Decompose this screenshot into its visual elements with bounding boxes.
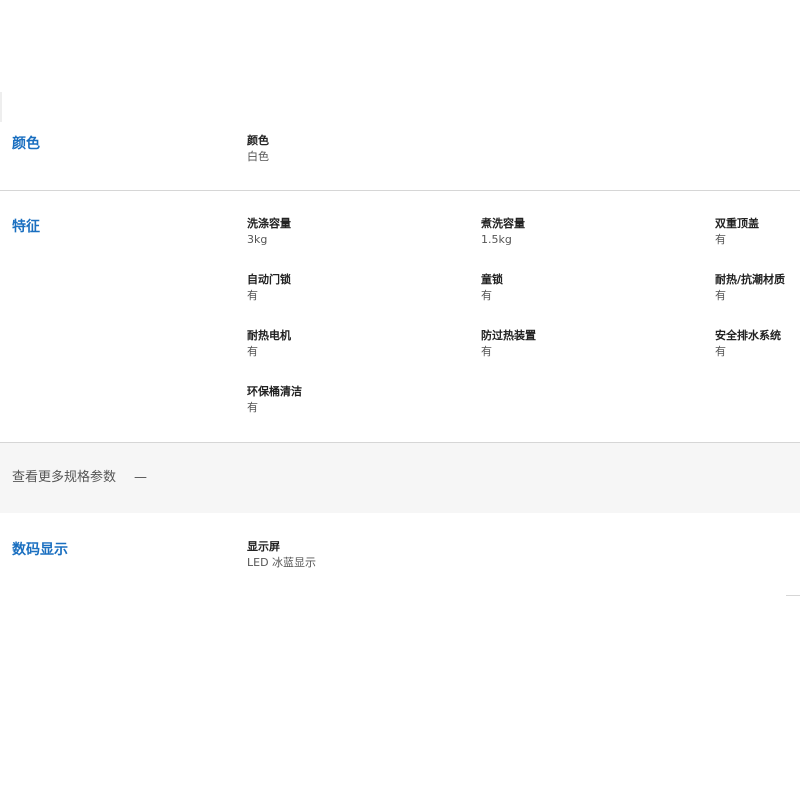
spec-value: 有 [247,345,258,358]
spec-label: 自动门锁 [247,273,291,286]
spec-value: 有 [481,345,492,358]
spec-item-eco-drum-clean: 环保桶清洁 有 [247,384,447,416]
spec-label: 洗涤容量 [247,217,291,230]
spec-label: 环保桶清洁 [247,385,302,398]
spec-item-color: 颜色 白色 [247,133,447,165]
spec-value: 有 [481,289,492,302]
spec-label: 耐热电机 [247,329,291,342]
spec-item-display-screen: 显示屏 LED 冰蓝显示 [247,539,447,571]
spec-label: 童锁 [481,273,503,286]
color-section: 颜色 颜色 白色 [0,0,800,190]
spec-label: 双重顶盖 [715,217,759,230]
spec-item-child-lock: 童锁 有 [481,272,681,304]
display-section: 数码显示 显示屏 LED 冰蓝显示 [0,513,800,595]
spec-item-heat-resistant-motor: 耐热电机 有 [247,328,447,360]
spec-item-double-lid: 双重顶盖 有 [715,216,800,248]
spec-item-boil-capacity: 煮洗容量 1.5kg [481,216,681,248]
section-title-display: 数码显示 [12,542,68,558]
view-more-specs-label: 查看更多规格参数 [12,470,117,485]
section-title-features: 特征 [12,219,40,235]
spec-label: 显示屏 [247,540,280,553]
spec-label: 安全排水系统 [715,329,781,342]
spec-item-safe-drain-system: 安全排水系统 有 [715,328,800,360]
spec-item-wash-capacity: 洗涤容量 3kg [247,216,447,248]
section-title-color: 颜色 [12,136,40,152]
spec-label: 防过热装置 [481,329,536,342]
spec-value: 有 [715,289,726,302]
section-divider-fragment [786,595,800,596]
view-more-specs-button[interactable]: 查看更多规格参数 — [0,443,800,513]
spec-value: 有 [247,401,258,414]
spec-value: 有 [715,233,726,246]
spec-value: 有 [715,345,726,358]
features-section: 特征 洗涤容量 3kg 煮洗容量 1.5kg 双重顶盖 有 自动门锁 有 童锁 … [0,191,800,442]
spec-value: 3kg [247,233,268,246]
spec-value: LED 冰蓝显示 [247,556,317,569]
spec-value: 有 [247,289,258,302]
spec-value: 1.5kg [481,233,512,246]
spec-label: 耐热/抗潮材质 [715,273,786,286]
collapse-icon: — [134,470,147,485]
spec-item-auto-door-lock: 自动门锁 有 [247,272,447,304]
spec-item-overheat-protection: 防过热装置 有 [481,328,681,360]
spec-label: 颜色 [247,134,269,147]
spec-value: 白色 [247,150,269,163]
spec-item-heat-moisture-material: 耐热/抗潮材质 有 [715,272,800,304]
spec-label: 煮洗容量 [481,217,525,230]
